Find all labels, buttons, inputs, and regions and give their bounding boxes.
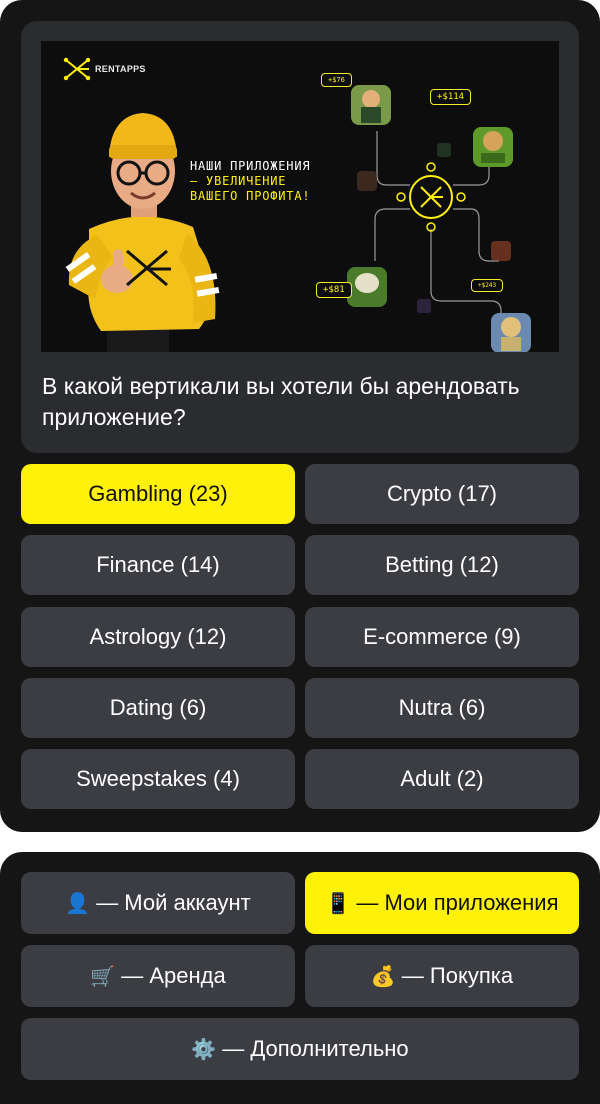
money-bag-icon: 💰 bbox=[370, 965, 396, 988]
vertical-button-finance[interactable]: Finance (14) bbox=[21, 535, 295, 595]
my-apps-label: — Мои приложения bbox=[356, 890, 559, 915]
vertical-button-gambling[interactable]: Gambling (23) bbox=[21, 464, 295, 524]
profit-tag-2: +$114 bbox=[430, 89, 472, 105]
logo-icon bbox=[63, 57, 91, 81]
profit-tag-4: +$243 bbox=[471, 279, 504, 292]
my-account-button[interactable]: 👤 — Мой аккаунт bbox=[21, 872, 295, 934]
vertical-button-astrology[interactable]: Astrology (12) bbox=[21, 607, 295, 667]
purchase-label: — Покупка bbox=[401, 963, 514, 988]
my-account-label: — Мой аккаунт bbox=[96, 890, 251, 915]
more-button[interactable]: ⚙️ — Дополнительно bbox=[21, 1018, 579, 1080]
bot-message: RENTAPPS НАШИ ПРИЛОЖЕНИЯ — УВЕЛИЧЕНИЕ ВА… bbox=[21, 21, 579, 453]
gear-icon: ⚙️ bbox=[191, 1038, 217, 1061]
mascot-illustration bbox=[65, 113, 220, 352]
profit-tag-3: +$81 bbox=[316, 282, 352, 298]
vertical-button-sweepstakes[interactable]: Sweepstakes (4) bbox=[21, 749, 295, 809]
menu-keyboard: 👤 — Мой аккаунт 📱 — Мои приложения 🛒 — А… bbox=[0, 852, 600, 1104]
chat-panel: RENTAPPS НАШИ ПРИЛОЖЕНИЯ — УВЕЛИЧЕНИЕ ВА… bbox=[0, 0, 600, 832]
message-text: В какой вертикали вы хотели бы арендоват… bbox=[42, 373, 520, 430]
promo-banner-image: RENTAPPS НАШИ ПРИЛОЖЕНИЯ — УВЕЛИЧЕНИЕ ВА… bbox=[41, 41, 559, 352]
tagline-line-3: ВАШЕГО ПРОФИТА! bbox=[190, 189, 311, 203]
vertical-button-ecommerce[interactable]: E-commerce (9) bbox=[305, 607, 579, 667]
purchase-button[interactable]: 💰 — Покупка bbox=[305, 945, 579, 1007]
rentapps-logo: RENTAPPS bbox=[63, 57, 146, 81]
rent-label: — Аренда bbox=[121, 963, 226, 988]
tagline-line-1: НАШИ ПРИЛОЖЕНИЯ bbox=[190, 159, 311, 173]
vertical-button-crypto[interactable]: Crypto (17) bbox=[305, 464, 579, 524]
rent-button[interactable]: 🛒 — Аренда bbox=[21, 945, 295, 1007]
user-icon: 👤 bbox=[65, 892, 91, 915]
vertical-button-adult[interactable]: Adult (2) bbox=[305, 749, 579, 809]
logo-text: RENTAPPS bbox=[95, 64, 146, 74]
my-apps-button[interactable]: 📱 — Мои приложения bbox=[305, 872, 579, 934]
phone-icon: 📱 bbox=[325, 892, 351, 915]
vertical-button-betting[interactable]: Betting (12) bbox=[305, 535, 579, 595]
vertical-button-nutra[interactable]: Nutra (6) bbox=[305, 678, 579, 738]
tagline-line-2: — УВЕЛИЧЕНИЕ bbox=[190, 174, 287, 188]
more-label: — Дополнительно bbox=[222, 1036, 409, 1061]
profit-tag-1: +$76 bbox=[321, 73, 352, 87]
cart-icon: 🛒 bbox=[90, 965, 116, 988]
banner-tagline: НАШИ ПРИЛОЖЕНИЯ — УВЕЛИЧЕНИЕ ВАШЕГО ПРОФ… bbox=[190, 159, 310, 204]
vertical-button-dating[interactable]: Dating (6) bbox=[21, 678, 295, 738]
